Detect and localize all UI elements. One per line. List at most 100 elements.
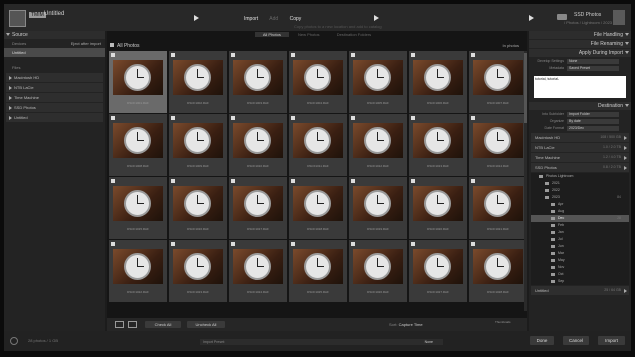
photo-thumbnail[interactable]: DSCF1011.RAF [289, 114, 347, 176]
thumbnail-size-slider[interactable]: Thumbnails [495, 320, 511, 324]
photo-checkbox[interactable] [231, 242, 235, 246]
loupe-view-icon[interactable] [128, 321, 137, 328]
check-all-button[interactable]: Check All [145, 321, 181, 328]
photo-checkbox[interactable] [111, 116, 115, 120]
photo-checkbox[interactable] [351, 53, 355, 57]
photo-checkbox[interactable] [171, 179, 175, 183]
tab-destination-folders[interactable]: Destination Folders [329, 32, 379, 37]
grid-view-icon[interactable] [115, 321, 124, 328]
tree-folder[interactable]: Aug [531, 208, 629, 215]
photo-thumbnail[interactable]: DSCF1025.RAF [289, 240, 347, 302]
destination-volume[interactable]: SSD Photos 0.8 / 2.0 TB [531, 163, 629, 172]
grid-scrollbar[interactable] [524, 51, 527, 311]
tree-root[interactable]: Photos Lightroom [531, 173, 629, 180]
photo-checkbox[interactable] [171, 53, 175, 57]
source-volume[interactable]: NTB LaCie [6, 83, 103, 92]
photo-checkbox[interactable] [471, 116, 475, 120]
photo-checkbox[interactable] [171, 242, 175, 246]
photo-thumbnail[interactable]: DSCF1006.RAF [409, 51, 467, 113]
source-volume[interactable]: Macintosh HD [6, 73, 103, 82]
photo-checkbox[interactable] [291, 53, 295, 57]
cancel-button[interactable]: Cancel [563, 336, 589, 345]
tab-new-photos[interactable]: New Photos [290, 32, 328, 37]
tree-folder[interactable]: Mar [531, 250, 629, 257]
photo-checkbox[interactable] [231, 179, 235, 183]
destination-volume[interactable]: NTB LaCie 1.0 / 2.0 TB [531, 143, 629, 152]
photo-thumbnail[interactable]: DSCF1017.RAF [229, 177, 287, 239]
photo-checkbox[interactable] [411, 116, 415, 120]
develop-settings-select[interactable]: None [567, 59, 619, 64]
photo-thumbnail[interactable]: DSCF1014.RAF [469, 114, 527, 176]
photo-checkbox[interactable] [351, 242, 355, 246]
mode-import[interactable]: Import [244, 16, 258, 22]
photo-checkbox[interactable] [291, 242, 295, 246]
photo-thumbnail[interactable]: DSCF1020.RAF [409, 177, 467, 239]
tree-folder[interactable]: May [531, 257, 629, 264]
select-all-checkbox[interactable] [110, 43, 114, 47]
mode-add[interactable]: Add [269, 16, 278, 22]
import-button[interactable]: Import [598, 336, 625, 345]
photo-checkbox[interactable] [291, 179, 295, 183]
photo-thumbnail[interactable]: DSCF1010.RAF [229, 114, 287, 176]
photo-thumbnail[interactable]: DSCF1027.RAF [409, 240, 467, 302]
into-subfolder-field[interactable]: Import Folder [567, 112, 619, 117]
tree-folder[interactable]: Feb [531, 222, 629, 229]
photo-thumbnail[interactable]: DSCF1005.RAF [349, 51, 407, 113]
organize-select[interactable]: By date [567, 119, 619, 124]
import-preset-select[interactable]: Import Preset: None [200, 339, 443, 345]
tree-folder[interactable]: 2021 [531, 180, 629, 187]
tree-folder[interactable]: Sep [531, 278, 629, 285]
photo-checkbox[interactable] [171, 116, 175, 120]
source-volume[interactable]: Untitled [6, 113, 103, 122]
uncheck-all-button[interactable]: Uncheck All [187, 321, 225, 328]
photo-thumbnail[interactable]: DSCF1019.RAF [349, 177, 407, 239]
photo-thumbnail[interactable]: DSCF1001.RAF [109, 51, 167, 113]
photo-thumbnail[interactable]: DSCF1007.RAF [469, 51, 527, 113]
tree-folder[interactable]: 2023 84 [531, 194, 629, 201]
photo-checkbox[interactable] [411, 179, 415, 183]
destination-volume[interactable]: Time Machine 1.2 / 4.0 TB [531, 153, 629, 162]
photo-thumbnail[interactable]: DSCF1008.RAF [109, 114, 167, 176]
tree-folder[interactable]: Apr [531, 201, 629, 208]
date-format-select[interactable]: 2023/Dec [567, 126, 619, 131]
source-volume[interactable]: Time Machine [6, 93, 103, 102]
file-renaming-header[interactable]: File Renaming [529, 40, 631, 48]
photo-thumbnail[interactable]: DSCF1026.RAF [349, 240, 407, 302]
photo-thumbnail[interactable]: DSCF1012.RAF [349, 114, 407, 176]
photo-checkbox[interactable] [111, 242, 115, 246]
tree-folder[interactable]: Jun [531, 243, 629, 250]
photo-thumbnail[interactable]: DSCF1023.RAF [169, 240, 227, 302]
photo-thumbnail[interactable]: DSCF1016.RAF [169, 177, 227, 239]
tree-folder[interactable]: Nov [531, 264, 629, 271]
grid-sort-menu[interactable]: In photos [503, 42, 519, 50]
destination-volume[interactable]: Macintosh HD 108 / 500 GB [531, 133, 629, 142]
tab-all-photos[interactable]: All Photos [254, 32, 289, 37]
source-volume[interactable]: SSD Photos [6, 103, 103, 112]
photo-thumbnail[interactable]: DSCF1009.RAF [169, 114, 227, 176]
tree-folder[interactable]: Dec 28 [531, 215, 629, 222]
photo-checkbox[interactable] [471, 242, 475, 246]
photo-checkbox[interactable] [291, 116, 295, 120]
eject-after-import-checkbox[interactable]: Eject after import [71, 39, 101, 48]
tree-folder[interactable]: Jul [531, 236, 629, 243]
photo-thumbnail[interactable]: DSCF1021.RAF [469, 177, 527, 239]
apply-during-import-header[interactable]: Apply During Import [529, 49, 631, 57]
photo-thumbnail[interactable]: DSCF1003.RAF [229, 51, 287, 113]
photo-thumbnail[interactable]: DSCF1013.RAF [409, 114, 467, 176]
photo-checkbox[interactable] [111, 53, 115, 57]
source-card-icon[interactable] [9, 10, 26, 27]
destination-header[interactable]: Destination [529, 102, 631, 110]
photo-checkbox[interactable] [231, 116, 235, 120]
photo-thumbnail[interactable]: DSCF1024.RAF [229, 240, 287, 302]
photo-checkbox[interactable] [351, 179, 355, 183]
file-handling-header[interactable]: File Handling [529, 31, 631, 39]
sort-control[interactable]: Sort: Capture Time [389, 322, 423, 327]
photo-checkbox[interactable] [471, 53, 475, 57]
source-panel-header[interactable]: Source [4, 31, 105, 39]
metadata-select[interactable]: Saved Preset [567, 66, 619, 71]
photo-checkbox[interactable] [231, 53, 235, 57]
tree-folder[interactable]: 2022 [531, 187, 629, 194]
photo-thumbnail[interactable]: DSCF1004.RAF [289, 51, 347, 113]
photo-checkbox[interactable] [111, 179, 115, 183]
done-button[interactable]: Done [530, 336, 554, 345]
